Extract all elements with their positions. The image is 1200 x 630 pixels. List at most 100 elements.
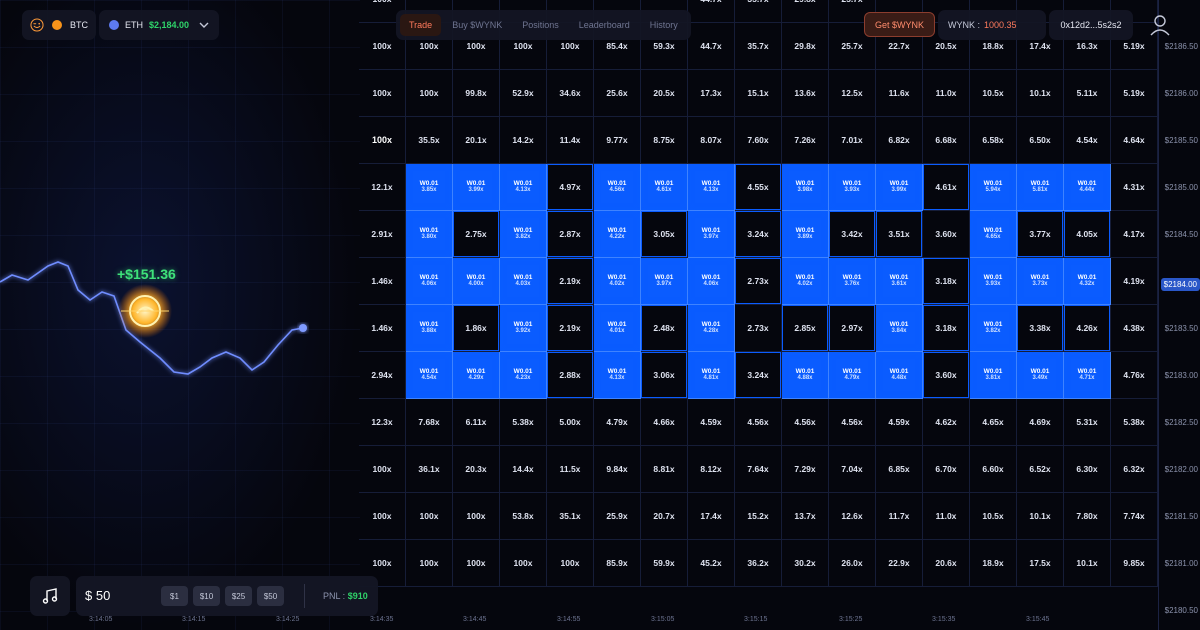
grid-cell[interactable]: 34.6x: [547, 70, 594, 117]
bet-cell[interactable]: W0.01 4.61x: [641, 164, 688, 211]
grid-cell[interactable]: 2.97x: [829, 305, 876, 352]
grid-cell[interactable]: 100x: [453, 540, 500, 587]
grid-cell[interactable]: 2.91x: [359, 211, 406, 258]
grid-cell[interactable]: 35.1x: [547, 493, 594, 540]
grid-cell[interactable]: 6.60x: [970, 446, 1017, 493]
grid-cell[interactable]: 22.9x: [876, 540, 923, 587]
grid-cell[interactable]: 12.5x: [829, 70, 876, 117]
bet-cell[interactable]: W0.01 4.03x: [500, 258, 547, 305]
grid-cell[interactable]: 59.9x: [641, 540, 688, 587]
grid-cell[interactable]: 7.68x: [406, 399, 453, 446]
bet-cell[interactable]: W0.01 4.02x: [782, 258, 829, 305]
grid-cell[interactable]: 3.51x: [876, 211, 923, 258]
grid-cell[interactable]: 3.60x: [923, 211, 970, 258]
bet-cell[interactable]: W0.01 3.61x: [876, 258, 923, 305]
grid-cell[interactable]: 3.05x: [641, 211, 688, 258]
grid-cell[interactable]: 4.56x: [735, 399, 782, 446]
grid-cell[interactable]: 6.50x: [1017, 117, 1064, 164]
grid-cell[interactable]: 14.4x: [500, 446, 547, 493]
grid-cell[interactable]: 4.64x: [1111, 117, 1158, 164]
grid-cell[interactable]: 2.73x: [735, 258, 782, 305]
grid-cell[interactable]: 7.80x: [1064, 493, 1111, 540]
bet-cell[interactable]: W0.01 3.99x: [453, 164, 500, 211]
grid-cell[interactable]: 10.1x: [1017, 70, 1064, 117]
grid-cell[interactable]: 6.11x: [453, 399, 500, 446]
grid-cell[interactable]: 4.69x: [1017, 399, 1064, 446]
grid-cell[interactable]: 4.76x: [1111, 352, 1158, 399]
wallet-address-button[interactable]: 0x12d2...5s2s2: [1049, 10, 1133, 40]
grid-cell[interactable]: 15.2x: [735, 493, 782, 540]
grid-cell[interactable]: 8.81x: [641, 446, 688, 493]
grid-cell[interactable]: 29.8x: [782, 23, 829, 70]
grid-cell[interactable]: 4.19x: [1111, 258, 1158, 305]
grid-cell[interactable]: 10.5x: [970, 70, 1017, 117]
grid-cell[interactable]: 100x: [406, 540, 453, 587]
grid-cell[interactable]: 25.9x: [594, 493, 641, 540]
grid-cell[interactable]: 6.82x: [876, 117, 923, 164]
bet-cell[interactable]: W0.01 3.97x: [641, 258, 688, 305]
grid-cell[interactable]: 13.7x: [782, 493, 829, 540]
bet-cell[interactable]: W0.01 4.13x: [594, 352, 641, 399]
grid-cell[interactable]: 7.29x: [782, 446, 829, 493]
grid-cell[interactable]: 7.04x: [829, 446, 876, 493]
grid-cell[interactable]: 7.26x: [782, 117, 829, 164]
grid-cell[interactable]: 7.01x: [829, 117, 876, 164]
grid-cell[interactable]: 3.38x: [1017, 305, 1064, 352]
grid-cell[interactable]: 6.58x: [970, 117, 1017, 164]
grid-cell[interactable]: 2.87x: [547, 211, 594, 258]
bet-cell[interactable]: W0.01 3.49x: [1017, 352, 1064, 399]
grid-cell[interactable]: 4.97x: [547, 164, 594, 211]
grid-cell[interactable]: 100x: [406, 493, 453, 540]
bet-cell[interactable]: W0.01 4.48x: [876, 352, 923, 399]
grid-cell[interactable]: 4.61x: [923, 164, 970, 211]
grid-cell[interactable]: 17.3x: [688, 70, 735, 117]
grid-cell[interactable]: 17.4x: [688, 493, 735, 540]
grid-cell[interactable]: 2.88x: [547, 352, 594, 399]
grid-cell[interactable]: 4.65x: [970, 399, 1017, 446]
grid-cell[interactable]: 9.84x: [594, 446, 641, 493]
bet-cell[interactable]: W0.01 3.98x: [782, 164, 829, 211]
grid-cell[interactable]: 15.1x: [735, 70, 782, 117]
grid-cell[interactable]: 4.26x: [1064, 305, 1111, 352]
grid-cell[interactable]: 2.94x: [359, 352, 406, 399]
grid-cell[interactable]: 12.3x: [359, 399, 406, 446]
grid-cell[interactable]: 100x: [359, 493, 406, 540]
grid-cell[interactable]: 6.32x: [1111, 446, 1158, 493]
bet-cell[interactable]: W0.01 4.56x: [594, 164, 641, 211]
grid-cell[interactable]: 8.75x: [641, 117, 688, 164]
bet-cell[interactable]: W0.01 4.02x: [594, 258, 641, 305]
grid-cell[interactable]: 3.06x: [641, 352, 688, 399]
grid-cell[interactable]: 6.52x: [1017, 446, 1064, 493]
bet-cell[interactable]: W0.01 3.81x: [970, 352, 1017, 399]
grid-cell[interactable]: 9.77x: [594, 117, 641, 164]
grid-cell[interactable]: 100x: [359, 70, 406, 117]
bet-cell[interactable]: W0.01 4.28x: [688, 305, 735, 352]
grid-cell[interactable]: 100x: [453, 493, 500, 540]
grid-cell[interactable]: 8.12x: [688, 446, 735, 493]
grid-cell[interactable]: 7.74x: [1111, 493, 1158, 540]
bet-cell[interactable]: W0.01 5.81x: [1017, 164, 1064, 211]
grid-cell[interactable]: 4.56x: [782, 399, 829, 446]
bet-cell[interactable]: W0.01 3.92x: [500, 305, 547, 352]
asset-selector-btc[interactable]: BTC: [22, 10, 96, 40]
grid-cell[interactable]: 4.59x: [688, 399, 735, 446]
bet-cell[interactable]: W0.01 4.54x: [406, 352, 453, 399]
bet-cell[interactable]: W0.01 4.06x: [406, 258, 453, 305]
grid-cell[interactable]: 8.07x: [688, 117, 735, 164]
bet-cell[interactable]: W0.01 4.71x: [1064, 352, 1111, 399]
bet-cell[interactable]: W0.01 3.84x: [876, 305, 923, 352]
grid-cell[interactable]: 3.60x: [923, 352, 970, 399]
tab-positions[interactable]: Positions: [513, 14, 568, 36]
grid-cell[interactable]: 52.9x: [500, 70, 547, 117]
grid-cell[interactable]: 36.2x: [735, 540, 782, 587]
grid-cell[interactable]: 2.75x: [453, 211, 500, 258]
grid-cell[interactable]: 100x: [359, 117, 406, 164]
chip-25-button[interactable]: $25: [225, 586, 252, 606]
grid-cell[interactable]: 4.55x: [735, 164, 782, 211]
bet-cell[interactable]: W0.01 3.73x: [1017, 258, 1064, 305]
grid-cell[interactable]: 3.24x: [735, 352, 782, 399]
grid-cell[interactable]: 11.4x: [547, 117, 594, 164]
grid-cell[interactable]: 20.1x: [453, 117, 500, 164]
grid-cell[interactable]: 4.31x: [1111, 164, 1158, 211]
grid-cell[interactable]: 11.6x: [876, 70, 923, 117]
